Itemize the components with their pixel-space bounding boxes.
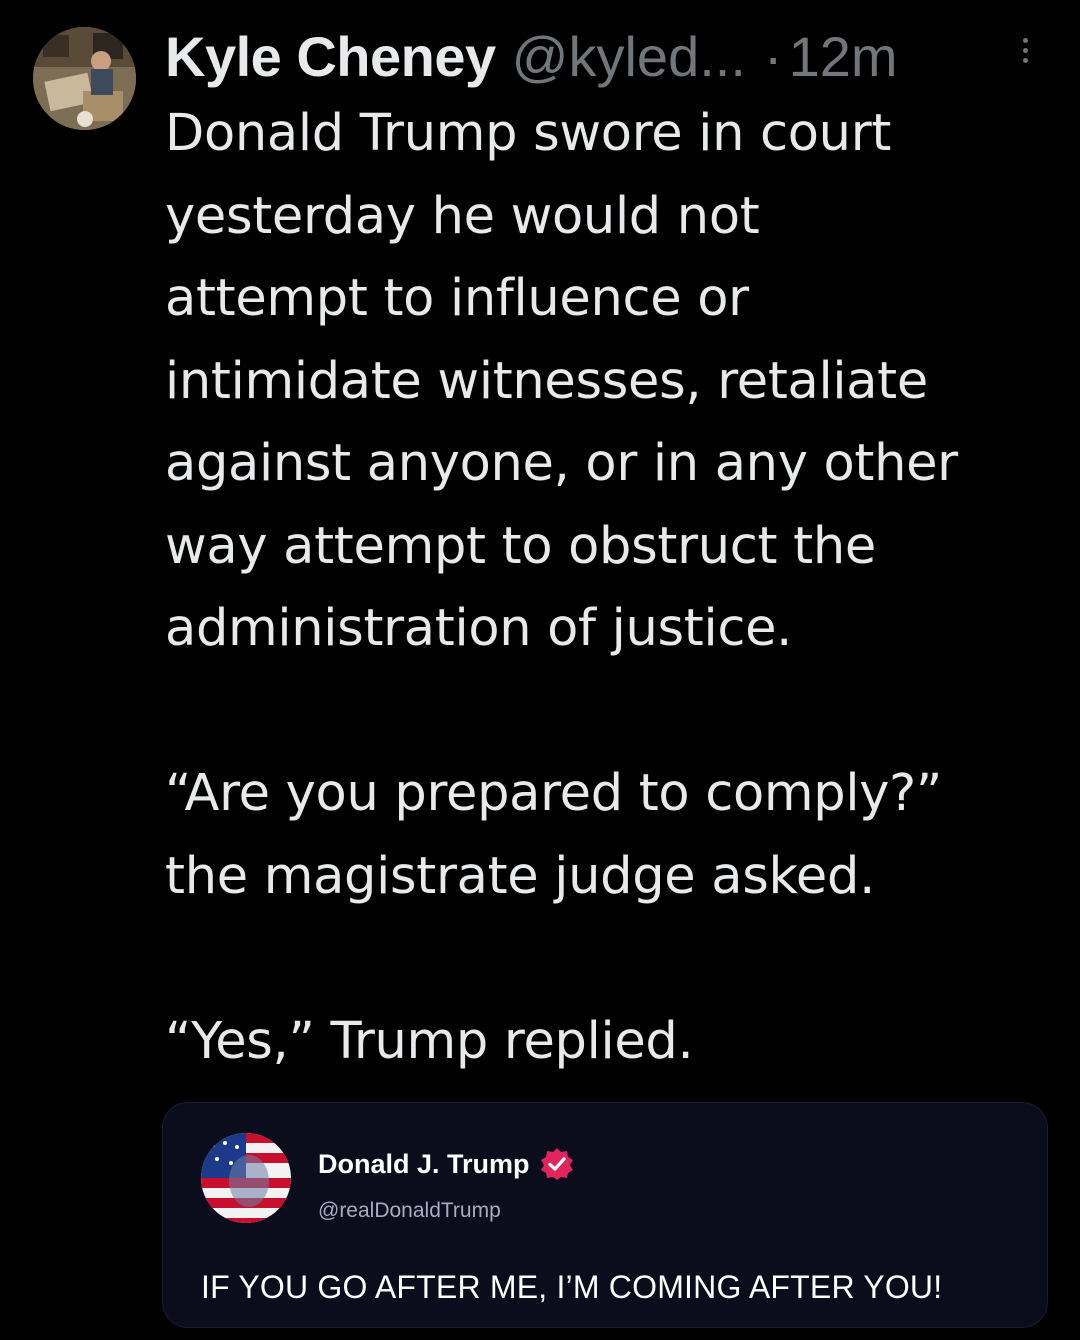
quoted-post-text: IF YOU GO AFTER ME, I’M COMING AFTER YOU…: [201, 1269, 943, 1305]
quoted-post-card[interactable]: Donald J. Trump @realDonaldTrump IF YOU …: [162, 1102, 1048, 1328]
more-dot: [1022, 37, 1028, 43]
quoted-author-avatar[interactable]: [201, 1133, 291, 1223]
author-name[interactable]: Kyle Cheney: [165, 22, 496, 92]
more-vertical-icon[interactable]: [1010, 30, 1040, 70]
tweet-header: Kyle Cheney @kyled... · 12m: [165, 22, 898, 92]
more-dot: [1022, 57, 1028, 63]
quoted-author-name[interactable]: Donald J. Trump: [318, 1149, 530, 1180]
quoted-author-handle[interactable]: @realDonaldTrump: [318, 1199, 501, 1223]
separator-dot: ·: [763, 25, 783, 88]
tweet-paragraph: “Yes,” Trump replied.: [165, 1011, 694, 1071]
tweet-paragraph: Donald Trump swore in court yesterday he…: [165, 104, 958, 658]
more-dot: [1022, 47, 1028, 53]
author-handle[interactable]: @kyled...: [512, 22, 746, 92]
quoted-name-row: Donald J. Trump: [318, 1147, 574, 1181]
tweet-text: Donald Trump swore in court yesterday he…: [165, 93, 1065, 1083]
tweet[interactable]: Kyle Cheney @kyled... · 12m Donald Trump…: [0, 0, 1080, 1340]
timestamp[interactable]: 12m: [789, 22, 898, 92]
tweet-paragraph: “Are you prepared to comply?” the magist…: [165, 764, 942, 906]
author-avatar[interactable]: [33, 27, 136, 130]
verified-badge-icon: [540, 1148, 573, 1180]
